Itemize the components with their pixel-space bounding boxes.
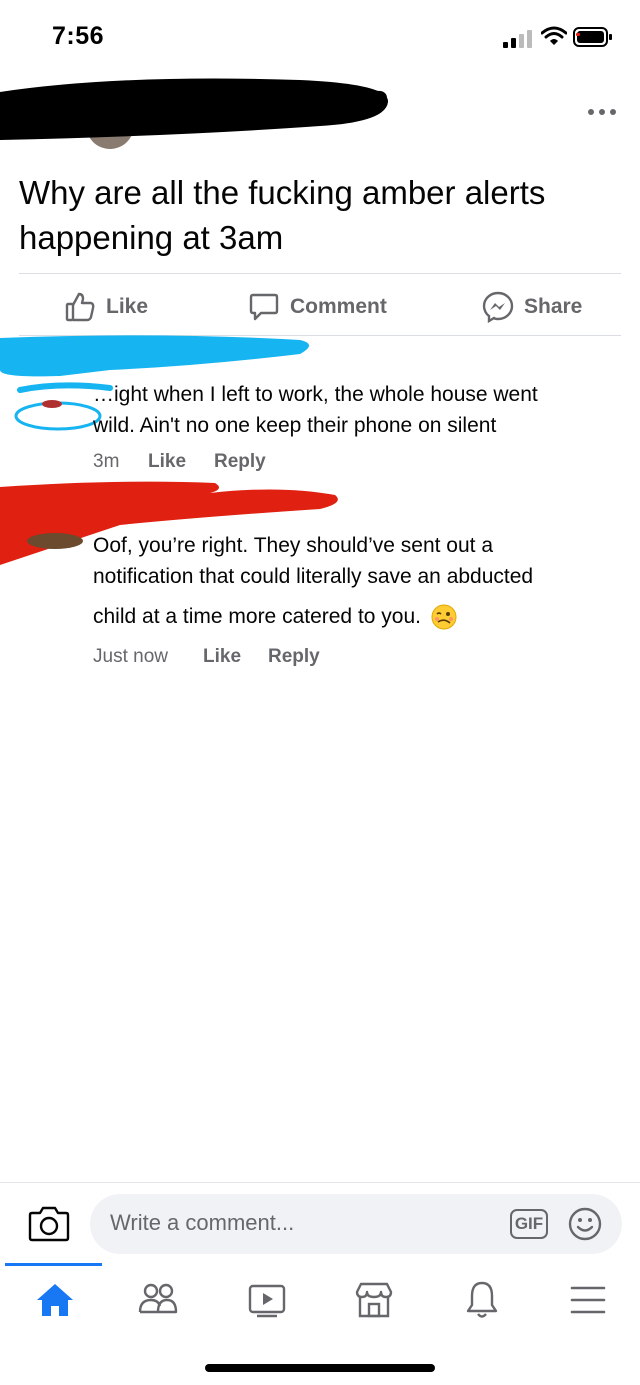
marketplace-tab-icon[interactable] bbox=[352, 1278, 396, 1322]
home-indicator bbox=[205, 1364, 435, 1372]
comment-button[interactable]: Comment bbox=[248, 285, 387, 329]
comment-bubble-icon bbox=[249, 293, 279, 321]
woozy-face-emoji-icon bbox=[431, 604, 457, 629]
comment-1-reply-button[interactable]: Reply bbox=[214, 451, 266, 473]
gif-icon[interactable]: GIF bbox=[510, 1209, 548, 1239]
cellular-signal-icon bbox=[503, 30, 532, 48]
comment-input-placeholder[interactable]: Write a comment... bbox=[110, 1210, 294, 1236]
comment-1-time: 3m bbox=[93, 451, 120, 472]
post-author-redaction bbox=[0, 78, 389, 149]
emoji-icon[interactable] bbox=[567, 1206, 603, 1242]
battery-icon bbox=[573, 27, 612, 47]
divider bbox=[19, 273, 621, 274]
camera-icon[interactable] bbox=[28, 1204, 70, 1242]
wifi-icon bbox=[541, 26, 567, 45]
watch-tab-icon[interactable] bbox=[245, 1278, 289, 1322]
like-label: Like bbox=[106, 295, 149, 318]
more-options-icon[interactable] bbox=[586, 104, 618, 120]
messenger-icon bbox=[482, 291, 514, 323]
comment-2-reply-button[interactable]: Reply bbox=[268, 646, 320, 668]
share-label: Share bbox=[524, 295, 583, 318]
comment-2-like-button[interactable]: Like bbox=[203, 646, 241, 668]
active-tab-indicator bbox=[5, 1263, 102, 1266]
share-button[interactable]: Share bbox=[482, 285, 582, 329]
comment-1-like-button[interactable]: Like bbox=[148, 451, 186, 473]
menu-icon[interactable] bbox=[566, 1278, 610, 1322]
notifications-bell-icon[interactable] bbox=[460, 1278, 504, 1322]
status-time: 7:56 bbox=[52, 22, 105, 50]
composer-divider bbox=[0, 1182, 640, 1183]
home-tab-icon[interactable] bbox=[33, 1278, 77, 1322]
friends-tab-icon[interactable] bbox=[136, 1278, 180, 1322]
thumbs-up-icon bbox=[65, 292, 95, 322]
post-text: Why are all the fucking amber alerts hap… bbox=[19, 174, 546, 256]
comment-2-text: Oof, you’re right. They should’ve sent o… bbox=[93, 534, 534, 629]
comment-2-time: Just now bbox=[93, 646, 168, 667]
like-button[interactable]: Like bbox=[64, 285, 148, 329]
comment-1-text: …ight when I left to work, the whole hou… bbox=[93, 383, 538, 437]
comment-label: Comment bbox=[290, 295, 387, 318]
